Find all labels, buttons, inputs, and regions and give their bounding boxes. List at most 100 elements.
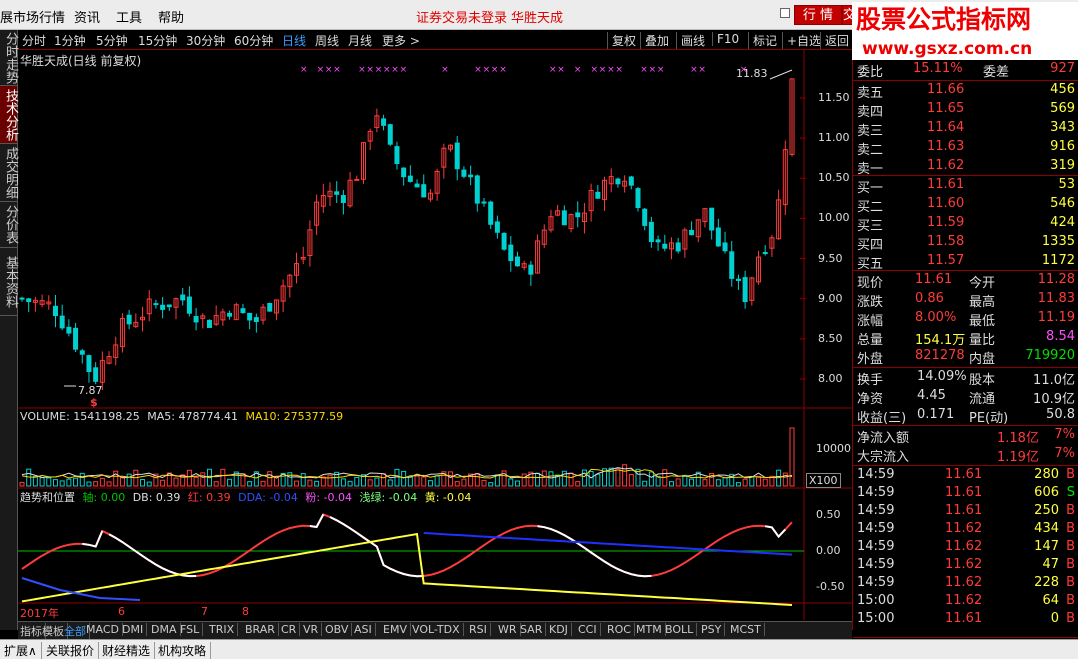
ask-price: 11.63 (927, 139, 965, 154)
indicator-tab[interactable]: VOL-TDX (412, 623, 464, 636)
volume-unit[interactable]: X100 (806, 473, 841, 488)
tick-side: B (1066, 521, 1075, 536)
indicator-tab[interactable]: MACD (86, 623, 123, 636)
status-related-quotes[interactable]: 关联报价 (46, 642, 100, 659)
volume-bar (186, 469, 192, 487)
volume-bar (160, 479, 166, 487)
volume-bar (86, 481, 92, 487)
tick-volume: 47 (1042, 557, 1059, 572)
indicator-tab[interactable]: ASI (354, 623, 376, 636)
candle-body (267, 303, 273, 312)
indicator-tick-pos: 0.50 (816, 508, 841, 521)
tick-price: 11.62 (945, 539, 983, 554)
candle-body (160, 304, 166, 310)
bid-volume: 424 (1050, 215, 1075, 230)
candle-body (387, 124, 393, 145)
bid-price: 11.57 (927, 253, 965, 268)
volume-bar (52, 479, 58, 487)
volume-bar (648, 471, 654, 487)
signal-marker: × (649, 65, 657, 75)
ask-label: 卖三 (857, 124, 884, 139)
high-label: 11.83 (736, 67, 768, 80)
signal-marker: × (557, 65, 565, 75)
bid-row: 买一 11.61 53 (853, 176, 1078, 196)
signal-marker: × (391, 65, 399, 75)
indicator-name[interactable]: 趋势和位置 (20, 491, 75, 504)
volume-bar (387, 479, 393, 487)
indicator-tab[interactable]: FSL (180, 623, 204, 636)
indicator-tab[interactable]: DMA (151, 623, 181, 636)
candle-body (73, 327, 79, 350)
candle-body (715, 227, 721, 247)
bid-label: 买一 (857, 181, 884, 196)
candle-body (153, 303, 159, 306)
volume-bar (427, 480, 433, 487)
candle-body (481, 201, 487, 204)
candle-body (126, 314, 132, 325)
candle-body (26, 298, 32, 303)
stat2-label-2: 流通 (969, 392, 996, 407)
indicator-tab[interactable]: RSI (469, 623, 491, 636)
volume-header: VOLUME: 1541198.25 MA5: 478774.41 MA10: … (20, 410, 343, 423)
indicator-tab[interactable]: DMI (122, 623, 148, 636)
volume-bar (394, 468, 400, 487)
volume-bar (655, 475, 661, 487)
indicator-tab[interactable]: WR (498, 623, 521, 636)
candle-body (729, 251, 735, 279)
volume-bar (340, 478, 346, 487)
bid-label: 买四 (857, 238, 884, 253)
indicator-tab[interactable]: VR (303, 623, 323, 636)
tick-time: 14:59 (857, 575, 895, 590)
signal-marker: × (325, 65, 333, 75)
kline-chart[interactable]: × × × × × × × × × × × × × × × × × × × × × × × × × × × × (0, 0, 852, 622)
volume-bar (260, 480, 266, 487)
indicator-tick-zero: 0.00 (816, 544, 841, 557)
tick-price: 11.61 (945, 503, 983, 518)
indicator-tab[interactable]: PSY (701, 623, 726, 636)
bid-volume: 1335 (1041, 234, 1075, 249)
volume-bar (454, 481, 460, 487)
candle-body (454, 142, 460, 170)
indicator-tab[interactable]: BOLL (665, 623, 698, 636)
candle-body (166, 304, 172, 308)
indicator-axis: 轴: 0.00 (82, 491, 126, 504)
status-expand[interactable]: 扩展∧ (4, 642, 42, 659)
ask-volume: 456 (1050, 82, 1075, 97)
indicator-tab[interactable]: ROC (607, 623, 635, 636)
candle-body (561, 210, 567, 226)
volume-bar (401, 470, 407, 487)
indicator-tab[interactable]: MCST (730, 623, 765, 636)
bid-row: 买三 11.59 424 (853, 214, 1078, 234)
indicator-red-line (21, 513, 793, 578)
indicator-tab[interactable]: CR (281, 623, 301, 636)
candle-body (354, 178, 360, 181)
candle-body (180, 294, 186, 301)
stat-row: 总量 154.1万 量比 8.54 (853, 328, 1078, 348)
indicator-tab[interactable]: CCI (578, 623, 601, 636)
candle-body (19, 297, 25, 300)
candle-body (722, 242, 728, 252)
volume-bar (434, 475, 440, 487)
indicator-tab[interactable]: KDJ (549, 623, 572, 636)
candle-body (628, 176, 634, 186)
volume-bar (715, 479, 721, 487)
indicator-tab[interactable]: SAR (520, 623, 547, 636)
status-finance-picks[interactable]: 财经精选 (102, 642, 156, 659)
indicator-tab[interactable]: MTM (636, 623, 666, 636)
tick-volume: 147 (1034, 539, 1059, 554)
tick-side: B (1066, 503, 1075, 518)
signal-marker: × (441, 65, 449, 75)
volume-bar (762, 478, 768, 487)
tick-row: 14:59 11.62 147 B (853, 538, 1078, 557)
indicator-tab[interactable]: BRAR (245, 623, 279, 636)
status-institution[interactable]: 机构攻略 (158, 642, 212, 659)
candle-body (635, 188, 641, 209)
tick-price: 11.62 (945, 593, 983, 608)
volume-bar (675, 478, 681, 487)
indicator-tab[interactable]: TRIX (209, 623, 239, 636)
volume-bar (374, 477, 380, 487)
ask-row: 卖五 11.66 456 (853, 81, 1078, 101)
indicator-tab[interactable]: OBV (325, 623, 353, 636)
indicator-tab[interactable]: EMV (383, 623, 411, 636)
volume-bar (615, 467, 621, 487)
